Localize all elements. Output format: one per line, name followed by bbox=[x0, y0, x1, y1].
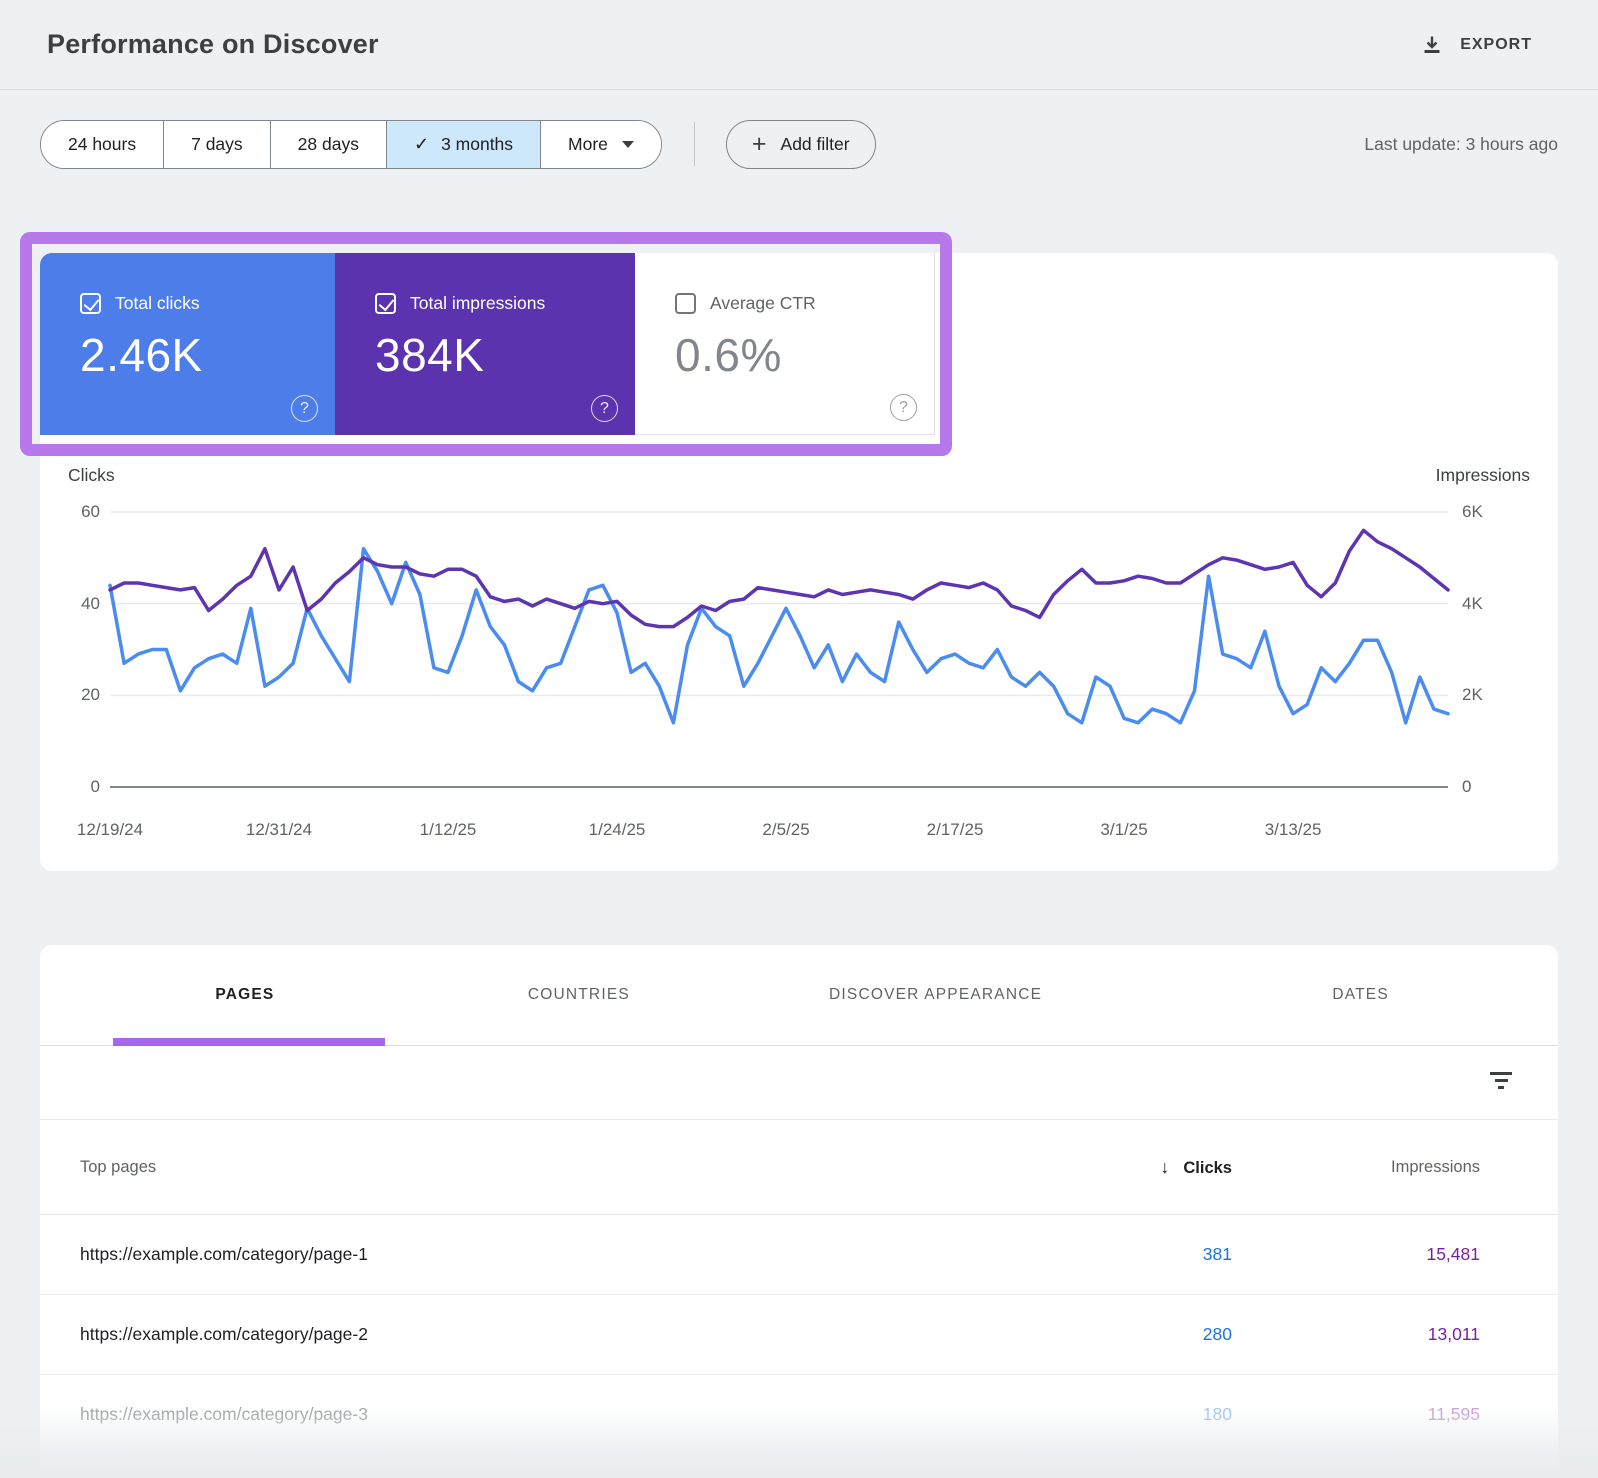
x-tick-label: 1/24/25 bbox=[588, 820, 646, 839]
x-tick-label: 2/17/25 bbox=[926, 820, 984, 839]
clicks-value: 381 bbox=[1202, 1244, 1232, 1264]
tab-dates[interactable]: DATES bbox=[1163, 986, 1558, 1004]
x-tick-label: 12/19/24 bbox=[76, 820, 144, 839]
impressions-value: 15,481 bbox=[1426, 1244, 1480, 1264]
help-icon[interactable]: ? bbox=[591, 395, 618, 422]
range-28-days[interactable]: ✓ 28 days bbox=[269, 120, 386, 168]
performance-chart-card: Total clicks 2.46K ? Total impressions 3… bbox=[40, 253, 1558, 871]
table-row[interactable]: https://example.com/category/page-3 180 … bbox=[40, 1375, 1558, 1455]
plus-icon: + bbox=[751, 129, 767, 158]
add-filter-button[interactable]: + Add filter bbox=[725, 119, 876, 169]
y-tick-label: 2K bbox=[1462, 685, 1483, 704]
total-impressions-checkbox[interactable] bbox=[375, 293, 396, 314]
y-tick-label: 6K bbox=[1462, 502, 1483, 521]
tab-countries[interactable]: COUNTRIES bbox=[450, 986, 708, 1004]
table-row[interactable]: https://example.com/category/page-2 280 … bbox=[40, 1295, 1558, 1375]
y-tick-label: 0 bbox=[1462, 777, 1472, 796]
line-chart: Clicks Impressions 60 40 20 0 6K 4K 2K 0… bbox=[40, 435, 1558, 871]
total-impressions-card[interactable]: Total impressions 384K ? bbox=[335, 253, 635, 435]
tab-pages[interactable]: PAGES bbox=[40, 986, 450, 1004]
help-icon[interactable]: ? bbox=[890, 394, 917, 421]
y-tick-label: 20 bbox=[81, 685, 100, 704]
table-row[interactable]: https://example.com/category/page-1 381 … bbox=[40, 1215, 1558, 1295]
controls-row: ✓ 24 hours ✓ 7 days ✓ 28 days ✓ 3 months… bbox=[40, 119, 1558, 169]
tab-discover-appearance[interactable]: DISCOVER APPEARANCE bbox=[708, 986, 1163, 1004]
export-button[interactable]: EXPORT bbox=[1420, 33, 1532, 57]
range-7-days[interactable]: ✓ 7 days bbox=[163, 120, 270, 168]
total-impressions-value: 384K bbox=[375, 329, 485, 381]
x-tick-label: 1/12/25 bbox=[419, 820, 477, 839]
range-24-hours[interactable]: ✓ 24 hours bbox=[41, 120, 164, 168]
table-tabs: PAGES COUNTRIES DISCOVER APPEARANCE DATE… bbox=[40, 945, 1558, 1046]
clicks-value: 280 bbox=[1202, 1324, 1232, 1344]
range-more-dropdown[interactable]: ✓ More bbox=[540, 120, 661, 168]
metric-label: Total impressions bbox=[410, 293, 546, 313]
sort-descending-icon: ↓ bbox=[1160, 1156, 1170, 1177]
page-url: https://example.com/category/page-1 bbox=[80, 1244, 368, 1264]
range-3-months[interactable]: ✓ 3 months bbox=[385, 120, 541, 168]
page-url: https://example.com/category/page-3 bbox=[80, 1404, 368, 1424]
chevron-down-icon bbox=[621, 140, 634, 148]
download-icon bbox=[1420, 33, 1444, 57]
export-label: EXPORT bbox=[1460, 35, 1532, 53]
average-ctr-checkbox[interactable] bbox=[675, 293, 696, 314]
top-pages-header: Top pages bbox=[80, 1157, 157, 1176]
x-tick-label: 2/5/25 bbox=[762, 820, 810, 839]
page-url: https://example.com/category/page-2 bbox=[80, 1324, 368, 1344]
clicks-value: 180 bbox=[1202, 1404, 1232, 1424]
filter-icon[interactable] bbox=[1490, 1072, 1512, 1091]
date-range-group: ✓ 24 hours ✓ 7 days ✓ 28 days ✓ 3 months… bbox=[40, 119, 662, 169]
x-tick-label: 3/13/25 bbox=[1264, 820, 1322, 839]
page-title: Performance on Discover bbox=[47, 29, 379, 59]
table-header-row: Top pages ↓ Clicks Impressions bbox=[40, 1120, 1558, 1215]
series-line-clicks bbox=[108, 546, 1450, 725]
chart-plot-area bbox=[108, 511, 1450, 788]
left-axis-title: Clicks bbox=[68, 465, 115, 485]
impressions-value: 13,011 bbox=[1427, 1324, 1480, 1344]
metric-label: Total clicks bbox=[115, 293, 200, 313]
x-tick-label: 12/31/24 bbox=[245, 820, 313, 839]
y-tick-label: 40 bbox=[81, 594, 100, 613]
dimensions-table-card: PAGES COUNTRIES DISCOVER APPEARANCE DATE… bbox=[40, 945, 1558, 1478]
y-tick-label: 0 bbox=[90, 777, 100, 796]
average-ctr-value: 0.6% bbox=[675, 329, 782, 381]
total-clicks-card[interactable]: Total clicks 2.46K ? bbox=[40, 253, 335, 435]
right-axis-title: Impressions bbox=[1435, 465, 1530, 485]
help-icon[interactable]: ? bbox=[291, 395, 318, 422]
active-tab-underline bbox=[113, 1038, 385, 1046]
average-ctr-card[interactable]: Average CTR 0.6% ? bbox=[635, 253, 935, 435]
vertical-divider bbox=[693, 122, 695, 166]
last-update-text: Last update: 3 hours ago bbox=[1364, 133, 1558, 154]
metric-label: Average CTR bbox=[710, 293, 816, 313]
clicks-sort-header[interactable]: ↓ Clicks bbox=[992, 1157, 1232, 1178]
total-clicks-checkbox[interactable] bbox=[80, 293, 101, 314]
table-filter-row bbox=[40, 1046, 1558, 1120]
metrics-row: Total clicks 2.46K ? Total impressions 3… bbox=[40, 253, 1558, 435]
y-tick-label: 60 bbox=[81, 502, 100, 521]
check-icon: ✓ bbox=[413, 133, 430, 154]
impressions-sort-header[interactable]: Impressions bbox=[1232, 1158, 1480, 1177]
x-tick-label: 3/1/25 bbox=[1100, 820, 1148, 839]
top-bar: Performance on Discover EXPORT bbox=[0, 0, 1598, 90]
impressions-value: 11,595 bbox=[1427, 1404, 1480, 1424]
y-tick-label: 4K bbox=[1462, 594, 1483, 613]
total-clicks-value: 2.46K bbox=[80, 329, 203, 381]
